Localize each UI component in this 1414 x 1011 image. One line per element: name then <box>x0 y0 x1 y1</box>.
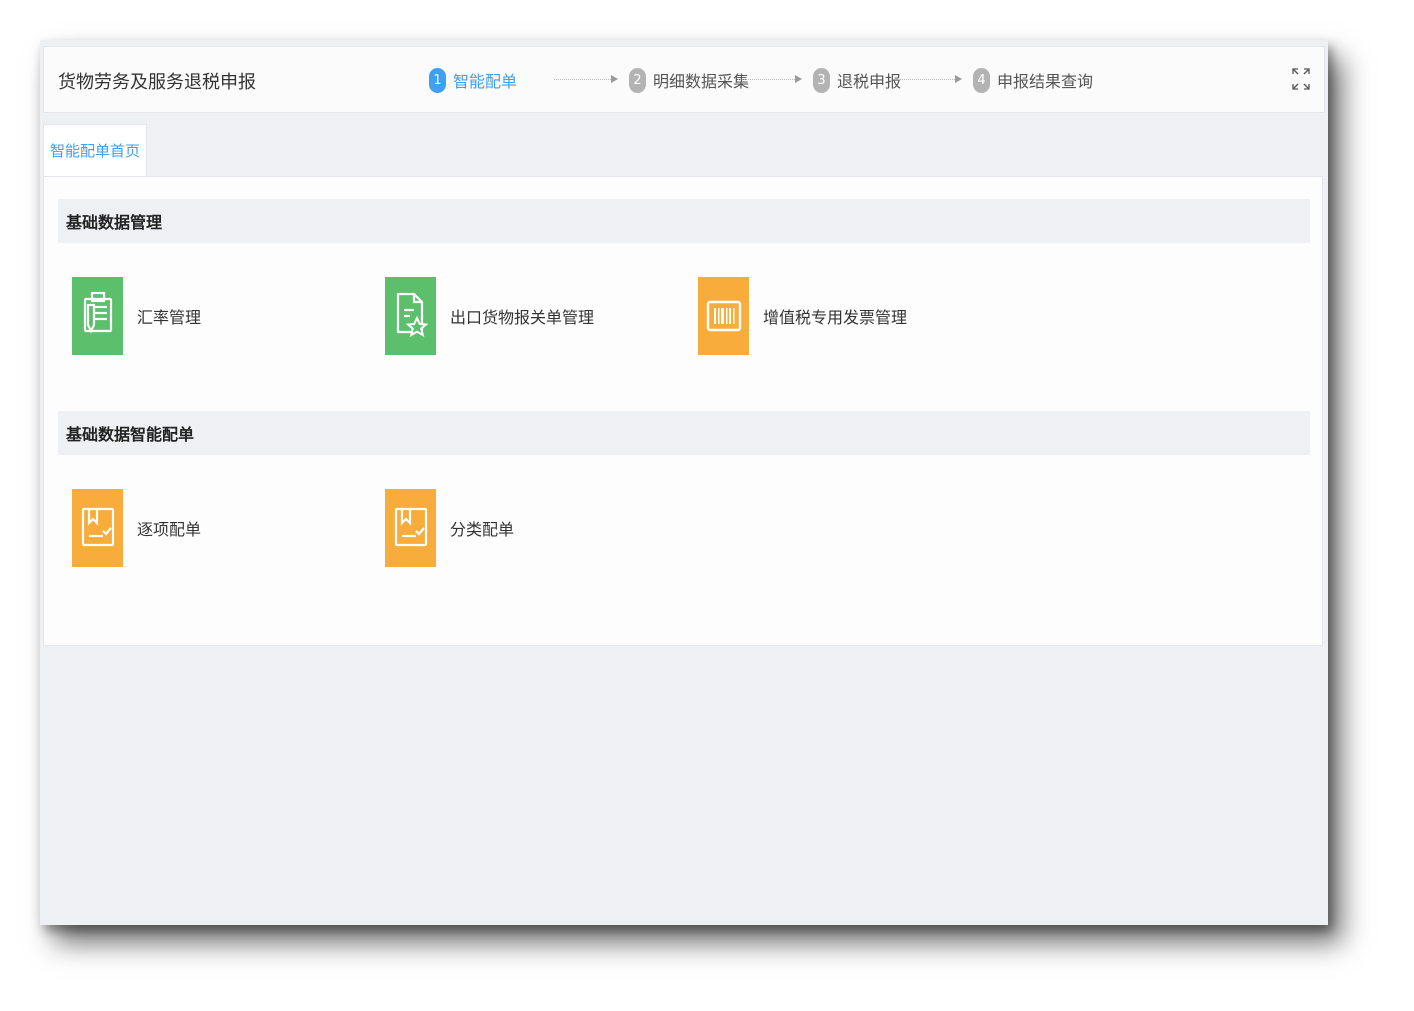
step-2-number: 2 <box>629 67 646 93</box>
bookmark-check-icon <box>385 489 436 567</box>
step-1-number: 1 <box>429 67 446 93</box>
tab-smart-matching-home[interactable]: 智能配单首页 <box>43 124 147 176</box>
tab-bar: 智能配单首页 <box>43 124 1323 176</box>
bookmark-check-icon <box>72 489 123 567</box>
fullscreen-expand-icon[interactable] <box>1292 68 1310 90</box>
step-2-label: 明细数据采集 <box>653 72 750 91</box>
header-bar: 货物劳务及服务退税申报 1 智能配单 2 明细数据采集 3 退税申报 4 申报结… <box>43 46 1325 113</box>
step-connector-arrow <box>898 75 962 83</box>
section-basic-data-management: 基础数据管理 <box>58 199 1310 243</box>
barcode-invoice-icon <box>698 277 749 355</box>
step-4-number: 4 <box>973 67 990 93</box>
step-1-label: 智能配单 <box>453 72 518 91</box>
main-content: 基础数据管理 汇率管理 出口货物报关单管理 增值税专用发票管理 基础数据智能配单… <box>43 176 1323 646</box>
tile-category-matching[interactable]: 分类配单 <box>385 489 514 567</box>
step-3-number: 3 <box>813 67 830 93</box>
tile-item-by-item-matching[interactable]: 逐项配单 <box>72 489 201 567</box>
tile-label: 增值税专用发票管理 <box>763 308 908 327</box>
step-1[interactable]: 1 智能配单 <box>429 66 517 94</box>
step-3-label: 退税申报 <box>837 72 902 91</box>
document-star-icon <box>385 277 436 355</box>
step-connector-arrow <box>738 75 802 83</box>
step-connector-arrow <box>554 75 618 83</box>
step-4-label: 申报结果查询 <box>997 72 1094 91</box>
tile-export-customs-declaration-management[interactable]: 出口货物报关单管理 <box>385 277 594 355</box>
step-2[interactable]: 2 明细数据采集 <box>629 66 749 94</box>
tile-label: 汇率管理 <box>137 308 202 327</box>
app-title: 货物劳务及服务退税申报 <box>58 72 256 93</box>
tile-label: 逐项配单 <box>137 520 202 539</box>
step-3[interactable]: 3 退税申报 <box>813 66 901 94</box>
tile-label: 分类配单 <box>450 520 515 539</box>
tile-exchange-rate-management[interactable]: 汇率管理 <box>72 277 201 355</box>
step-4[interactable]: 4 申报结果查询 <box>973 66 1093 94</box>
section-basic-data-smart-matching: 基础数据智能配单 <box>58 411 1310 455</box>
app-window: 货物劳务及服务退税申报 1 智能配单 2 明细数据采集 3 退税申报 4 申报结… <box>40 40 1328 925</box>
tile-vat-special-invoice-management[interactable]: 增值税专用发票管理 <box>698 277 907 355</box>
document-edit-icon <box>72 277 123 355</box>
tile-label: 出口货物报关单管理 <box>450 308 595 327</box>
